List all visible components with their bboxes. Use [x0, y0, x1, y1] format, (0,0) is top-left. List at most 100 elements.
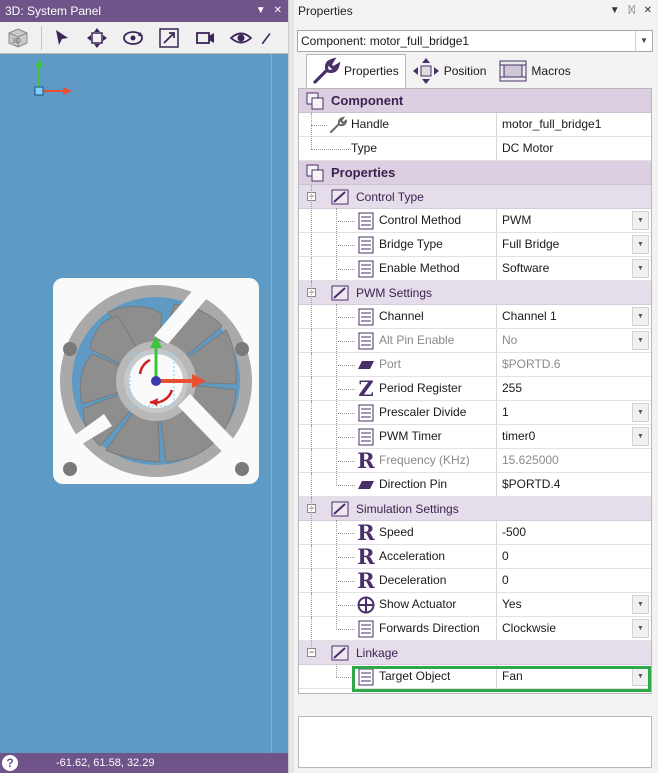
property-row-bridge-type[interactable]: Bridge Type Full Bridge ▼	[299, 233, 651, 257]
tab-properties-label: Properties	[344, 64, 399, 78]
group-pwm-settings[interactable]: − PWM Settings	[299, 281, 651, 305]
chevron-down-icon[interactable]: ▼	[632, 619, 649, 638]
property-name: Channel	[379, 309, 424, 323]
property-name: Type	[351, 141, 378, 155]
property-value[interactable]: Channel 1	[496, 305, 651, 328]
system-panel-title: 3D: System Panel	[5, 4, 102, 18]
copy-icon	[306, 92, 324, 110]
property-row-direction-pin[interactable]: Direction Pin $PORTD.4	[299, 473, 651, 497]
orbit-icon	[123, 30, 143, 45]
property-row-speed[interactable]: R Speed -500	[299, 497, 651, 628]
property-value[interactable]: 1	[496, 401, 651, 424]
draw-button[interactable]	[261, 24, 275, 52]
category-properties-label: Properties	[331, 165, 396, 180]
toolbar-separator	[41, 25, 42, 50]
property-value[interactable]: timer0	[496, 425, 651, 448]
property-value[interactable]: $PORTD.6	[496, 353, 651, 376]
property-value[interactable]: Yes	[496, 593, 651, 616]
property-name: Show Actuator	[379, 597, 457, 611]
3d-viewport[interactable]	[0, 54, 288, 753]
group-linkage[interactable]: − Linkage	[299, 640, 651, 665]
system-panel-titlebar: 3D: System Panel ▼ ✕	[0, 0, 288, 22]
chevron-down-icon[interactable]: ▼	[632, 235, 649, 254]
3d-scene	[34, 59, 259, 484]
property-row-prescaler-divide[interactable]: Prescaler Divide 1 ▼	[299, 401, 651, 425]
move-button[interactable]	[81, 24, 113, 52]
property-value[interactable]: -500	[496, 521, 651, 544]
collapse-icon[interactable]: −	[307, 648, 316, 657]
pointer-button[interactable]	[45, 24, 77, 52]
dropdown-icon[interactable]: ▼	[256, 0, 266, 22]
zoom-fit-button[interactable]	[153, 24, 185, 52]
list-icon	[358, 236, 374, 254]
settings-group-icon	[331, 501, 349, 517]
close-icon[interactable]: ✕	[274, 0, 282, 22]
property-row-type[interactable]: Type DC Motor	[299, 113, 651, 161]
properties-tabs: Properties Position Macros	[306, 54, 578, 88]
property-value[interactable]: Full Bridge	[496, 233, 651, 256]
tab-macros[interactable]: Macros	[493, 54, 577, 88]
property-row-port[interactable]: Port $PORTD.6	[299, 353, 651, 377]
wrench-icon	[313, 57, 341, 84]
property-row-enable-method[interactable]: Enable Method Software ▼	[299, 257, 651, 281]
property-value[interactable]: motor_full_bridge1	[496, 113, 651, 136]
property-row-show-actuator[interactable]: Show Actuator Yes ▼	[299, 593, 651, 617]
category-component[interactable]: Component	[299, 89, 651, 113]
chevron-down-icon[interactable]: ▼	[632, 427, 649, 446]
chevron-down-icon[interactable]: ▼	[632, 211, 649, 230]
orbit-button[interactable]	[117, 24, 149, 52]
visibility-button[interactable]	[225, 24, 257, 52]
chevron-down-icon[interactable]: ▼	[632, 331, 649, 350]
property-name: Handle	[351, 117, 390, 131]
move-icon	[87, 27, 107, 48]
property-value[interactable]: $PORTD.4	[496, 473, 651, 496]
group-control-type[interactable]: − Control Type	[299, 185, 651, 209]
record-icon	[196, 31, 214, 44]
group-simulation-settings[interactable]: − Simulation Settings	[299, 497, 651, 521]
component-select[interactable]: Component: motor_full_bridge1 ▼	[297, 30, 653, 52]
pin-icon[interactable]: ᛞ	[629, 0, 635, 22]
property-row-forwards-direction[interactable]: Forwards Direction Clockwsie ▼	[299, 617, 651, 641]
tab-position[interactable]: Position	[406, 54, 494, 88]
dropdown-icon[interactable]: ▼	[610, 0, 620, 22]
3d-view-button[interactable]: 3D	[2, 24, 34, 52]
property-value[interactable]: No	[496, 329, 651, 352]
property-value[interactable]: 0	[496, 569, 651, 592]
property-row-frequency[interactable]: R Frequency (KHz) 15.625000	[299, 449, 651, 473]
chevron-down-icon[interactable]: ▼	[632, 403, 649, 422]
chevron-down-icon[interactable]: ▼	[635, 31, 652, 51]
property-row-deceleration[interactable]: R Deceleration 0	[299, 569, 651, 593]
chevron-down-icon[interactable]: ▼	[632, 595, 649, 614]
tab-properties[interactable]: Properties	[306, 54, 406, 88]
chevron-down-icon[interactable]: ▼	[632, 307, 649, 326]
close-icon[interactable]: ✕	[644, 0, 652, 22]
property-row-control-method[interactable]: Control Method PWM ▼	[299, 185, 651, 280]
settings-group-icon	[331, 285, 349, 301]
property-name: Alt Pin Enable	[379, 333, 455, 347]
list-icon	[358, 428, 374, 446]
property-row-period-register[interactable]: Z Period Register 255	[299, 377, 651, 401]
draw-icon	[261, 32, 271, 44]
tab-position-label: Position	[443, 64, 487, 78]
category-properties[interactable]: Properties	[299, 161, 651, 185]
fan-model[interactable]	[53, 278, 259, 484]
property-value[interactable]: 255	[496, 377, 651, 400]
copy-icon	[306, 164, 324, 182]
property-row-pwm-timer[interactable]: PWM Timer timer0 ▼	[299, 425, 651, 449]
boolean-icon	[357, 596, 375, 614]
property-value[interactable]: Clockwsie	[496, 617, 651, 640]
property-value[interactable]: 0	[496, 545, 651, 568]
property-row-alt-pin-enable[interactable]: Alt Pin Enable No ▼	[299, 329, 651, 353]
port-icon	[358, 361, 374, 369]
viewport-guide-line	[271, 54, 272, 753]
property-row-channel[interactable]: Channel Channel 1 ▼	[299, 281, 651, 484]
property-value[interactable]: PWM	[496, 209, 651, 232]
property-row-handle[interactable]: Handle motor_full_bridge1	[299, 113, 651, 137]
chevron-down-icon[interactable]: ▼	[632, 259, 649, 278]
property-row-acceleration[interactable]: R Acceleration 0	[299, 545, 651, 569]
help-icon[interactable]: ?	[2, 755, 18, 771]
property-value[interactable]: Software	[496, 257, 651, 280]
record-button[interactable]	[189, 24, 221, 52]
integer-icon: Z	[358, 376, 374, 401]
system-panel-toolbar: 3D	[0, 22, 288, 54]
